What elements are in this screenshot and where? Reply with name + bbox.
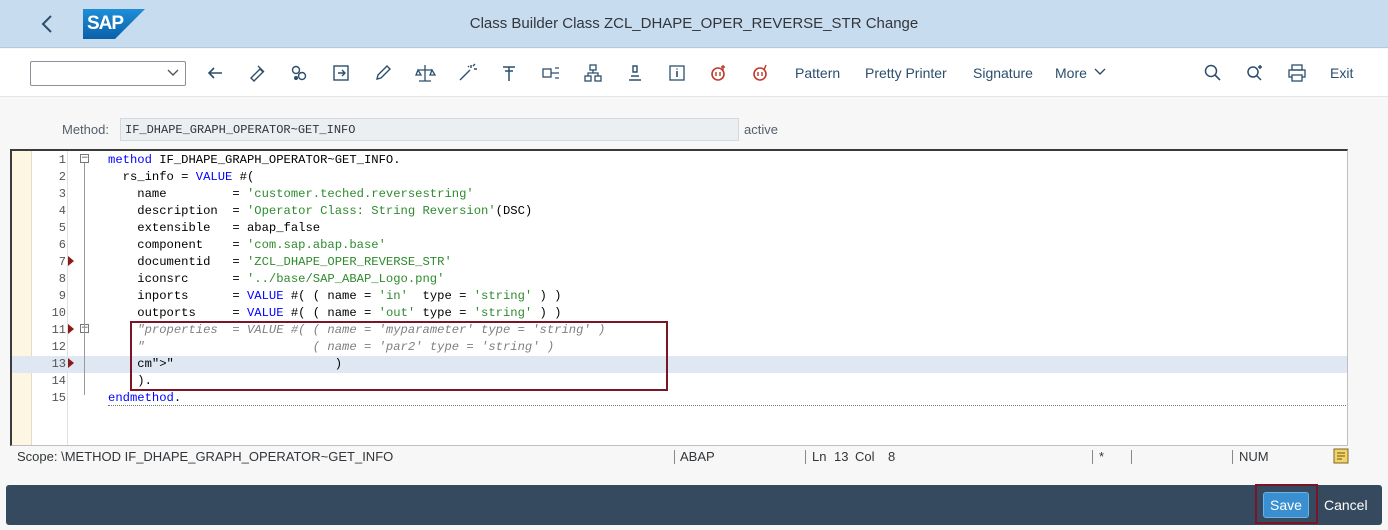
code-text[interactable]: outports = VALUE #( ( name = 'out' type … [108,306,561,320]
code-line[interactable]: 3 name = 'customer.teched.reversestring' [12,186,1347,203]
code-line[interactable]: 2 rs_info = VALUE #( [12,169,1347,186]
line-number: 5 [58,221,66,235]
command-field[interactable] [30,61,186,86]
active-inactive-icon[interactable] [288,62,310,84]
code-line[interactable]: 5 extensible = abap_false [12,220,1347,237]
edit-pencil-icon[interactable] [372,62,394,84]
code-text[interactable]: extensible = abap_false [108,221,320,235]
code-text[interactable]: method IF_DHAPE_GRAPH_OPERATOR~GET_INFO. [108,153,401,167]
modified-indicator: * [1099,449,1105,464]
line-number: 8 [58,272,66,286]
back-arrow-icon[interactable] [204,62,226,84]
col-label: Col [855,449,875,464]
code-editor[interactable]: 1 − method IF_DHAPE_GRAPH_OPERATOR~GET_INF… [10,149,1348,446]
divider [1131,450,1132,464]
more-button[interactable]: More [1055,65,1106,81]
print-icon[interactable] [1286,62,1308,84]
method-row: Method: IF_DHAPE_GRAPH_OPERATOR~GET_INFO… [0,118,1388,142]
fold-guide [84,163,85,395]
status-bar: Scope: \METHOD IF_DHAPE_GRAPH_OPERATOR~G… [0,446,1388,468]
change-marker-icon [68,358,74,368]
collapse-icon[interactable]: − [80,154,89,163]
more-label: More [1055,65,1087,81]
where-used-icon[interactable] [540,62,562,84]
highlight-box [130,321,668,391]
change-marker-icon [68,256,74,266]
hierarchy-icon[interactable] [582,62,604,84]
code-text[interactable]: component = 'com.sap.abap.base' [108,238,386,252]
code-line[interactable]: 8 iconsrc = '../base/SAP_ABAP_Logo.png' [12,271,1347,288]
divider [1232,450,1233,464]
col-value: 8 [888,449,896,464]
other-object-icon[interactable] [330,62,352,84]
toolbar: Pattern Pretty Printer Signature More Ex… [0,49,1388,97]
signature-button[interactable]: Signature [973,65,1033,81]
code-line[interactable]: 6 component = 'com.sap.abap.base' [12,237,1347,254]
save-button[interactable]: Save [1263,492,1309,518]
line-number: 14 [51,374,66,388]
line-number: 4 [58,204,66,218]
code-line[interactable]: 4 description = 'Operator Class: String … [12,203,1347,220]
code-text[interactable]: documentid = 'ZCL_DHAPE_OPER_REVERSE_STR… [108,255,452,269]
display-object-list-icon[interactable] [624,62,646,84]
code-text[interactable]: rs_info = VALUE #( [108,170,255,184]
code-text[interactable]: description = 'Operator Class: String Re… [108,204,532,218]
code-text[interactable]: inports = VALUE #( ( name = 'in' type = … [108,289,561,303]
pretty-printer-button[interactable]: Pretty Printer [865,65,947,81]
line-value: 13 [834,449,849,464]
search-icon[interactable] [1202,62,1224,84]
activate-wand-icon[interactable] [456,62,478,84]
divider [805,450,806,464]
chevron-down-icon [1094,68,1106,75]
code-text[interactable]: endmethod. [108,391,181,405]
chevron-down-icon [167,69,179,76]
line-number: 2 [58,170,66,184]
divider [674,450,675,464]
line-number: 10 [51,306,66,320]
line-number: 1 [58,153,66,167]
line-number: 11 [51,323,66,337]
end-of-code-marker [108,405,1347,406]
exit-button[interactable]: Exit [1330,65,1353,81]
search-next-icon[interactable] [1244,62,1266,84]
session-breakpoint-icon[interactable] [750,62,772,84]
scope-text: Scope: \METHOD IF_DHAPE_GRAPH_OPERATOR~G… [17,449,394,464]
method-name-field: IF_DHAPE_GRAPH_OPERATOR~GET_INFO [120,118,739,141]
footer-bar [6,485,1382,525]
line-number: 6 [58,238,66,252]
line-label: Ln [812,449,827,464]
set-breakpoint-icon[interactable] [708,62,730,84]
code-line[interactable]: 10 outports = VALUE #( ( name = 'out' ty… [12,305,1347,322]
line-number: 9 [58,289,66,303]
code-line[interactable]: 1 − method IF_DHAPE_GRAPH_OPERATOR~GET_INF… [12,152,1347,169]
page-title: Class Builder Class ZCL_DHAPE_OPER_REVER… [469,15,919,32]
line-number: 7 [58,255,66,269]
line-number: 3 [58,187,66,201]
test-icon[interactable] [498,62,520,84]
code-text[interactable]: iconsrc = '../base/SAP_ABAP_Logo.png' [108,272,444,286]
line-number: 13 [51,357,66,371]
code-line[interactable]: 7 documentid = 'ZCL_DHAPE_OPER_REVERSE_S… [12,254,1347,271]
line-number: 15 [51,391,66,405]
display-change-icon[interactable] [246,62,268,84]
method-label: Method: [62,122,109,137]
pattern-button[interactable]: Pattern [795,65,840,81]
divider [1092,450,1093,464]
check-balance-icon[interactable] [414,62,437,84]
notes-icon[interactable] [1333,448,1349,464]
code-text[interactable]: name = 'customer.teched.reversestring' [108,187,473,201]
cancel-button[interactable]: Cancel [1324,497,1368,513]
shell-bar: SAP Class Builder Class ZCL_DHAPE_OPER_R… [0,0,1388,48]
change-marker-icon [68,324,74,334]
code-line[interactable]: 9 inports = VALUE #( ( name = 'in' type … [12,288,1347,305]
num-lock-indicator: NUM [1239,449,1269,464]
language-text: ABAP [680,449,715,464]
info-icon[interactable] [666,62,688,84]
method-status: active [744,122,778,137]
line-number: 12 [51,340,66,354]
